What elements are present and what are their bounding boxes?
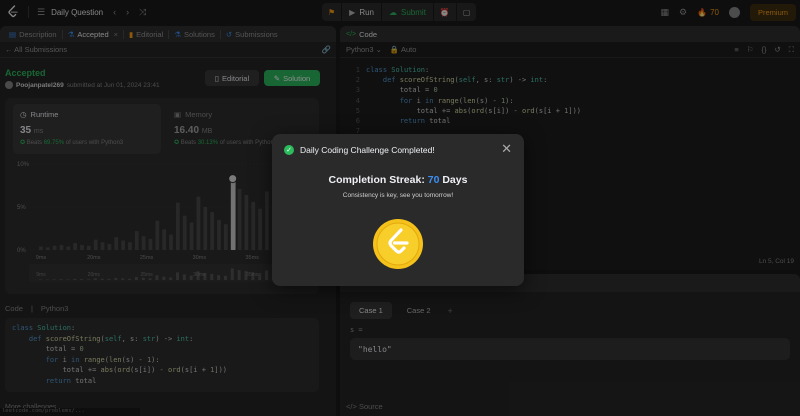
modal-subtitle: Consistency is key, see you tomorrow! [342,192,454,199]
daily-challenge-modal: ✓ Daily Coding Challenge Completed! ✕ Co… [272,134,524,286]
streak-number: 70 [427,174,440,186]
close-icon[interactable]: ✕ [501,141,512,157]
completion-streak: Completion Streak: 70 Days [328,174,468,186]
modal-header: ✓ Daily Coding Challenge Completed! [284,145,435,155]
modal-title: Daily Coding Challenge Completed! [300,145,435,155]
check-circle-icon: ✓ [284,145,294,155]
leetcode-coin-icon [373,219,423,269]
